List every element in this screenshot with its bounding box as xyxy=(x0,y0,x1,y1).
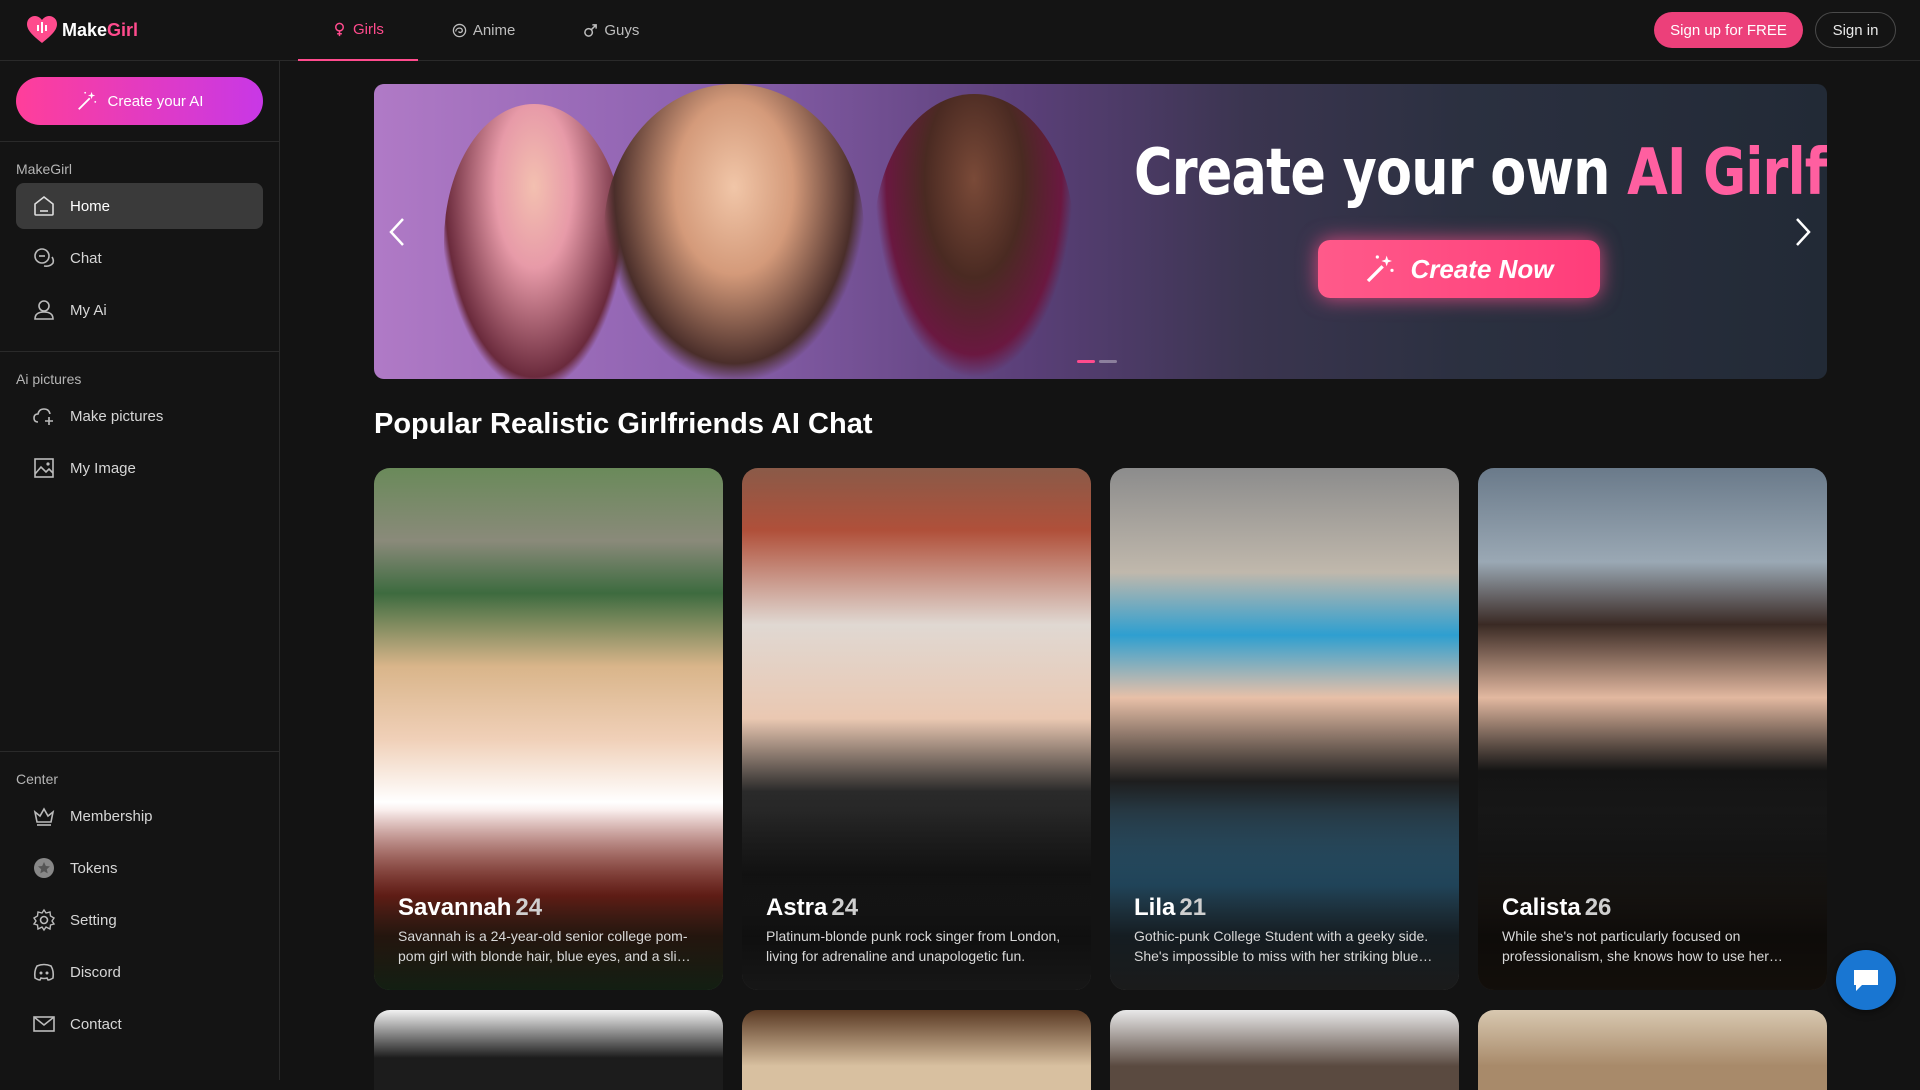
sidebar-item-label: Make pictures xyxy=(70,407,164,425)
divider xyxy=(0,751,280,752)
image-icon xyxy=(34,458,54,478)
character-card[interactable] xyxy=(1110,1010,1459,1090)
cloud-plus-icon xyxy=(33,408,53,425)
character-description: Savannah is a 24-year-old senior college… xyxy=(398,928,689,964)
gear-icon xyxy=(32,908,56,932)
tab-guys[interactable]: Guys xyxy=(549,0,673,61)
sidebar-item-contact[interactable]: Contact xyxy=(16,1001,263,1047)
sidebar-item-chat[interactable]: Chat xyxy=(16,235,263,281)
tab-anime-label: Anime xyxy=(472,22,516,39)
create-now-button[interactable]: Create Now xyxy=(1318,240,1600,298)
character-description: Platinum-blonde punk rock singer from Lo… xyxy=(766,928,1061,964)
sidebar-item-label: Setting xyxy=(70,911,117,929)
character-name: Astra 24 xyxy=(766,894,859,921)
banner-headline: Create your own AI Girlfriend xyxy=(1134,136,1827,210)
chat-bubble-icon xyxy=(1854,970,1878,991)
character-card[interactable]: Lila 21 Gothic-punk College Student with … xyxy=(1110,468,1459,990)
category-nav: Girls Anime Guys xyxy=(298,0,673,61)
tab-guys-label: Guys xyxy=(604,22,640,39)
magic-wand-icon xyxy=(1367,255,1395,283)
brand-logo[interactable]: MakeGirl xyxy=(26,14,138,46)
character-card[interactable] xyxy=(742,1010,1091,1090)
section-title: Popular Realistic Girlfriends AI Chat xyxy=(374,408,873,440)
sidebar-item-label: Contact xyxy=(70,1015,122,1033)
section-center: Center xyxy=(16,771,59,787)
sidebar-item-my-ai[interactable]: My Ai xyxy=(16,287,263,333)
chat-icon xyxy=(34,248,55,267)
heart-logo-icon xyxy=(27,16,57,43)
sidebar-item-membership[interactable]: Membership xyxy=(16,793,263,839)
section-makegirl: MakeGirl xyxy=(16,161,73,177)
sidebar-item-label: Discord xyxy=(70,963,121,981)
sidebar-item-label: Tokens xyxy=(70,859,118,877)
chevron-left-icon xyxy=(389,218,404,246)
person-icon xyxy=(34,300,54,320)
character-card[interactable]: Savannah 24 Savannah is a 24-year-old sen… xyxy=(374,468,723,990)
hero-banner[interactable]: Create your own AI Girlfriend Create Now xyxy=(374,84,1827,379)
character-card[interactable]: Astra 24 Platinum-blonde punk rock singer… xyxy=(742,468,1091,990)
sidebar-item-my-image[interactable]: My Image xyxy=(16,445,263,491)
character-name: Savannah 24 xyxy=(398,894,543,921)
support-chat-button[interactable] xyxy=(1836,950,1896,1010)
character-name: Calista 26 xyxy=(1502,894,1612,921)
discord-icon xyxy=(33,963,55,981)
sidebar-item-setting[interactable]: Setting xyxy=(16,897,263,943)
character-age: 24 xyxy=(515,894,543,921)
character-card[interactable] xyxy=(374,1010,723,1090)
home-icon xyxy=(34,195,54,216)
mail-icon xyxy=(33,1016,55,1032)
carousel-dot[interactable] xyxy=(1099,360,1117,363)
chevron-right-icon xyxy=(1796,218,1811,246)
sidebar-item-make-pictures[interactable]: Make pictures xyxy=(16,393,263,439)
sidebar-item-label: Home xyxy=(70,197,111,215)
banner-figure-pink-hair xyxy=(444,104,624,379)
banner-figure-right xyxy=(874,94,1074,379)
anime-swirl-icon xyxy=(452,23,467,38)
sidebar: Create your AI MakeGirl Home Chat My Ai … xyxy=(0,61,280,1080)
character-description: Gothic-punk College Student with a geeky… xyxy=(1134,928,1429,964)
magic-wand-icon xyxy=(77,91,96,110)
character-age: 24 xyxy=(831,894,859,921)
character-name: Lila 21 xyxy=(1134,894,1207,921)
tab-girls[interactable]: Girls xyxy=(298,0,418,61)
carousel-next-button[interactable] xyxy=(1788,212,1818,252)
divider xyxy=(0,351,280,352)
sidebar-item-home[interactable]: Home xyxy=(16,183,263,229)
carousel-prev-button[interactable] xyxy=(382,212,412,252)
sidebar-item-label: My Ai xyxy=(70,301,107,319)
male-icon xyxy=(584,24,598,37)
create-ai-label: Create your AI xyxy=(107,92,204,110)
sidebar-item-tokens[interactable]: Tokens xyxy=(16,845,263,891)
banner-figure-center xyxy=(604,84,864,379)
character-description: While she's not particularly focused on … xyxy=(1502,928,1769,964)
character-age: 26 xyxy=(1584,894,1612,921)
create-now-label: Create Now xyxy=(1410,253,1554,284)
divider xyxy=(0,141,280,142)
top-bar: MakeGirl Girls Anime Guys Sign up for FR… xyxy=(0,0,1920,61)
character-age: 21 xyxy=(1179,894,1207,921)
carousel-dot[interactable] xyxy=(1077,360,1095,363)
sidebar-item-label: My Image xyxy=(70,459,136,477)
star-coin-icon xyxy=(34,858,54,878)
sidebar-item-discord[interactable]: Discord xyxy=(16,949,263,995)
tab-girls-label: Girls xyxy=(353,21,384,38)
crown-icon xyxy=(33,807,55,826)
sidebar-item-label: Chat xyxy=(70,249,102,267)
brand-name: MakeGirl xyxy=(62,19,139,40)
female-icon xyxy=(335,22,344,37)
create-ai-button[interactable]: Create your AI xyxy=(16,77,263,125)
character-card[interactable]: Calista 26 While she's not particularly f… xyxy=(1478,468,1827,990)
tab-anime[interactable]: Anime xyxy=(418,0,550,61)
signup-button[interactable]: Sign up for FREE xyxy=(1654,12,1803,48)
signin-button[interactable]: Sign in xyxy=(1815,12,1896,48)
carousel-indicators xyxy=(1077,360,1117,363)
section-ai-pictures: Ai pictures xyxy=(16,371,82,387)
character-card[interactable] xyxy=(1478,1010,1827,1090)
sidebar-item-label: Membership xyxy=(70,807,153,825)
